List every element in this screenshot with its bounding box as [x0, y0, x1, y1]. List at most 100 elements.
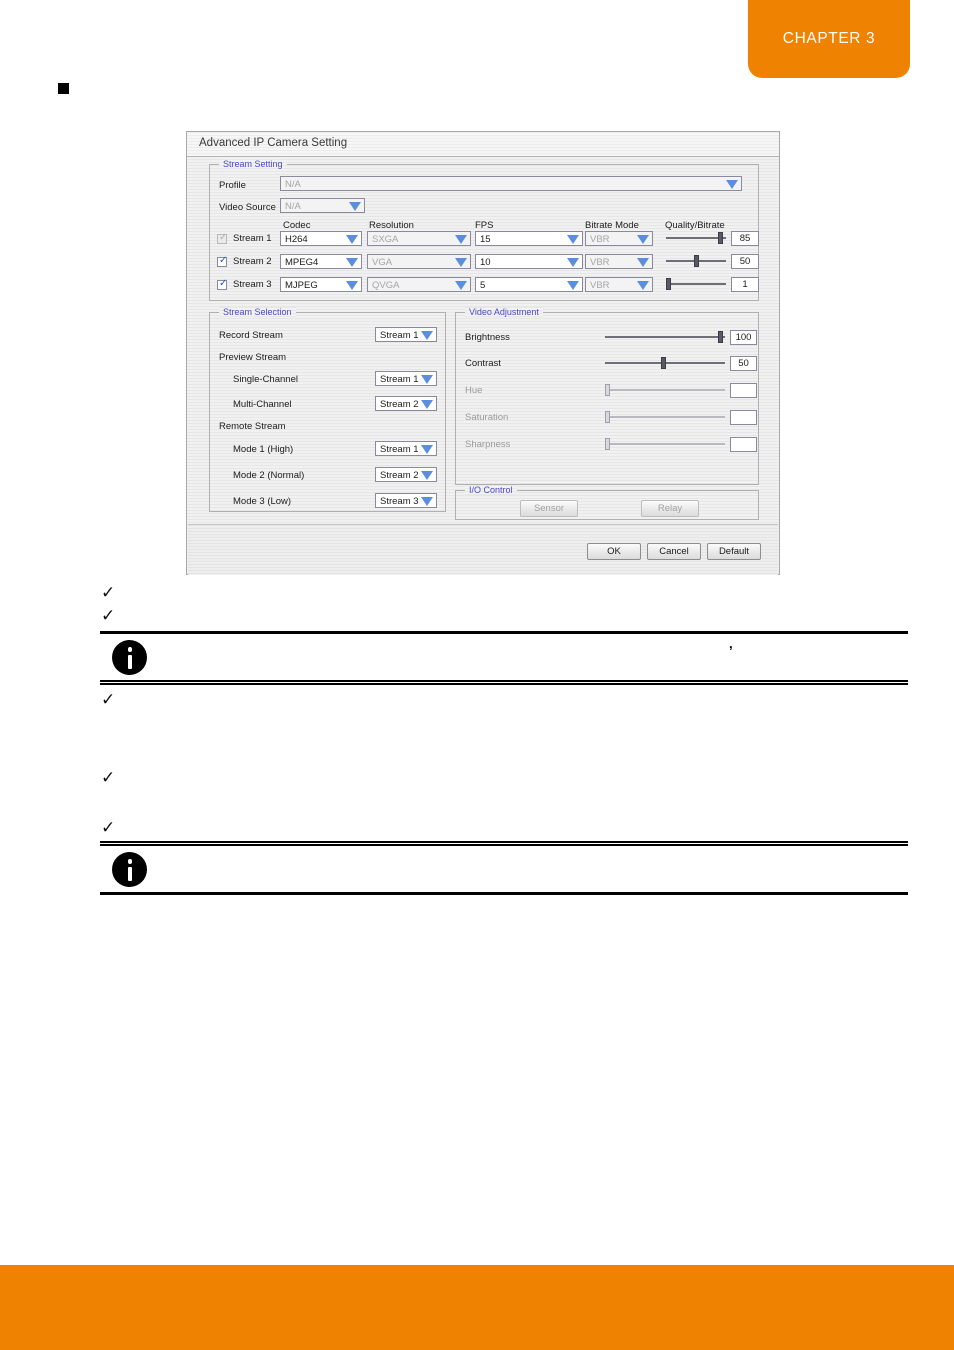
- slider-knob[interactable]: [718, 331, 723, 343]
- relay-button[interactable]: Relay: [641, 500, 699, 517]
- stream-1-label: Stream 1: [233, 233, 272, 244]
- cancel-button[interactable]: Cancel: [647, 543, 701, 560]
- stream-1-quality-slider[interactable]: [666, 232, 726, 244]
- chevron-down-icon: [455, 235, 467, 244]
- single-channel-combo[interactable]: Stream 1: [375, 371, 437, 386]
- dialog-titlebar: Advanced IP Camera Setting: [187, 132, 779, 157]
- profile-label: Profile: [219, 180, 246, 191]
- stream-3-quality-slider[interactable]: [666, 278, 726, 290]
- chevron-down-icon: [421, 400, 433, 409]
- stream-selection-group: Stream Selection: [209, 307, 446, 512]
- check-icon: ✓: [219, 278, 228, 289]
- column-header-fps: FPS: [475, 220, 494, 231]
- stream-3-codec-value: MJPEG: [285, 280, 318, 291]
- stream-3-codec-combo[interactable]: MJPEG: [280, 277, 362, 292]
- stream-1-quality-value[interactable]: 85: [731, 231, 759, 246]
- sensor-button[interactable]: Sensor: [520, 500, 578, 517]
- stream-3-resolution-combo[interactable]: QVGA: [367, 277, 471, 292]
- stream-2-fps-combo[interactable]: 10: [475, 254, 583, 269]
- stream-2-label: Stream 2: [233, 256, 272, 267]
- bullet-check-icon-3: ✓: [101, 690, 116, 710]
- stream-1-resolution-value: SXGA: [372, 234, 399, 245]
- stream-2-quality-value[interactable]: 50: [731, 254, 759, 269]
- stream-1-bitrate-mode-combo[interactable]: VBR: [585, 231, 653, 246]
- note-box-2: [100, 841, 908, 895]
- stream-2-resolution-value: VGA: [372, 257, 393, 268]
- stream-1-resolution-combo[interactable]: SXGA: [367, 231, 471, 246]
- hue-value[interactable]: [730, 383, 757, 398]
- chapter-tab: CHAPTER 3: [748, 0, 910, 78]
- mode-3-combo[interactable]: Stream 3: [375, 493, 437, 508]
- slider-knob[interactable]: [718, 232, 723, 244]
- mode-3-label: Mode 3 (Low): [233, 496, 292, 507]
- slider-knob[interactable]: [605, 438, 610, 450]
- chevron-down-icon: [421, 331, 433, 340]
- stream-3-checkbox[interactable]: ✓: [217, 278, 228, 290]
- hue-label: Hue: [465, 385, 483, 396]
- chevron-down-icon: [455, 281, 467, 290]
- bullet-check-icon-2: ✓: [101, 606, 116, 626]
- chevron-down-icon: [637, 258, 649, 267]
- section-square-bullet: [58, 83, 69, 94]
- stream-2-bitrate-mode-combo[interactable]: VBR: [585, 254, 653, 269]
- record-stream-label: Record Stream: [219, 330, 283, 341]
- io-control-legend: I/O Control: [465, 485, 517, 495]
- slider-knob[interactable]: [694, 255, 699, 267]
- io-control-group: I/O Control: [455, 485, 759, 520]
- stream-2-fps-value: 10: [480, 257, 491, 268]
- brightness-value[interactable]: 100: [730, 330, 757, 345]
- saturation-label: Saturation: [465, 412, 509, 423]
- saturation-slider[interactable]: [605, 411, 725, 423]
- stream-setting-legend: Stream Setting: [219, 159, 287, 169]
- multi-channel-value: Stream 2: [380, 399, 419, 410]
- stream-2-codec-combo[interactable]: MPEG4: [280, 254, 362, 269]
- stream-2-bitrate-mode-value: VBR: [590, 257, 610, 268]
- sharpness-slider[interactable]: [605, 438, 725, 450]
- stream-1-fps-combo[interactable]: 15: [475, 231, 583, 246]
- mode-1-combo[interactable]: Stream 1: [375, 441, 437, 456]
- contrast-slider[interactable]: [605, 357, 725, 369]
- chevron-down-icon: [346, 281, 358, 290]
- saturation-value[interactable]: [730, 410, 757, 425]
- stream-3-fps-value: 5: [480, 280, 486, 291]
- slider-knob[interactable]: [605, 384, 610, 396]
- stream-2-quality-slider[interactable]: [666, 255, 726, 267]
- chevron-down-icon: [726, 180, 738, 189]
- video-source-combo[interactable]: N/A: [280, 198, 365, 213]
- profile-combo[interactable]: N/A: [280, 176, 742, 191]
- slider-knob[interactable]: [661, 357, 666, 369]
- chevron-down-icon: [421, 445, 433, 454]
- slider-track: [666, 237, 726, 239]
- ok-button[interactable]: OK: [587, 543, 641, 560]
- brightness-slider[interactable]: [605, 331, 725, 343]
- video-source-value: N/A: [285, 201, 301, 212]
- mode-2-combo[interactable]: Stream 2: [375, 467, 437, 482]
- stream-3-bitrate-mode-combo[interactable]: VBR: [585, 277, 653, 292]
- stream-3-quality-value[interactable]: 1: [731, 277, 759, 292]
- record-stream-combo[interactable]: Stream 1: [375, 327, 437, 342]
- note-bottom-rule: [100, 680, 908, 685]
- column-header-codec: Codec: [283, 220, 311, 231]
- slider-track: [666, 283, 726, 285]
- sharpness-label: Sharpness: [465, 439, 511, 450]
- multi-channel-combo[interactable]: Stream 2: [375, 396, 437, 411]
- stream-1-codec-value: H264: [285, 234, 308, 245]
- stream-3-fps-combo[interactable]: 5: [475, 277, 583, 292]
- slider-knob[interactable]: [666, 278, 671, 290]
- stream-1-fps-value: 15: [480, 234, 491, 245]
- chevron-down-icon: [567, 235, 579, 244]
- stream-1-codec-combo[interactable]: H264: [280, 231, 362, 246]
- sharpness-value[interactable]: [730, 437, 757, 452]
- stream-2-checkbox[interactable]: ✓: [217, 255, 228, 267]
- hue-slider[interactable]: [605, 384, 725, 396]
- slider-knob[interactable]: [605, 411, 610, 423]
- check-icon: ✓: [219, 232, 228, 243]
- stream-1-checkbox[interactable]: ✓: [217, 232, 228, 244]
- default-button[interactable]: Default: [707, 543, 761, 560]
- check-icon: ✓: [219, 255, 228, 266]
- chevron-down-icon: [421, 497, 433, 506]
- slider-track: [605, 443, 725, 445]
- stream-2-resolution-combo[interactable]: VGA: [367, 254, 471, 269]
- contrast-value[interactable]: 50: [730, 356, 757, 371]
- record-stream-value: Stream 1: [380, 330, 419, 341]
